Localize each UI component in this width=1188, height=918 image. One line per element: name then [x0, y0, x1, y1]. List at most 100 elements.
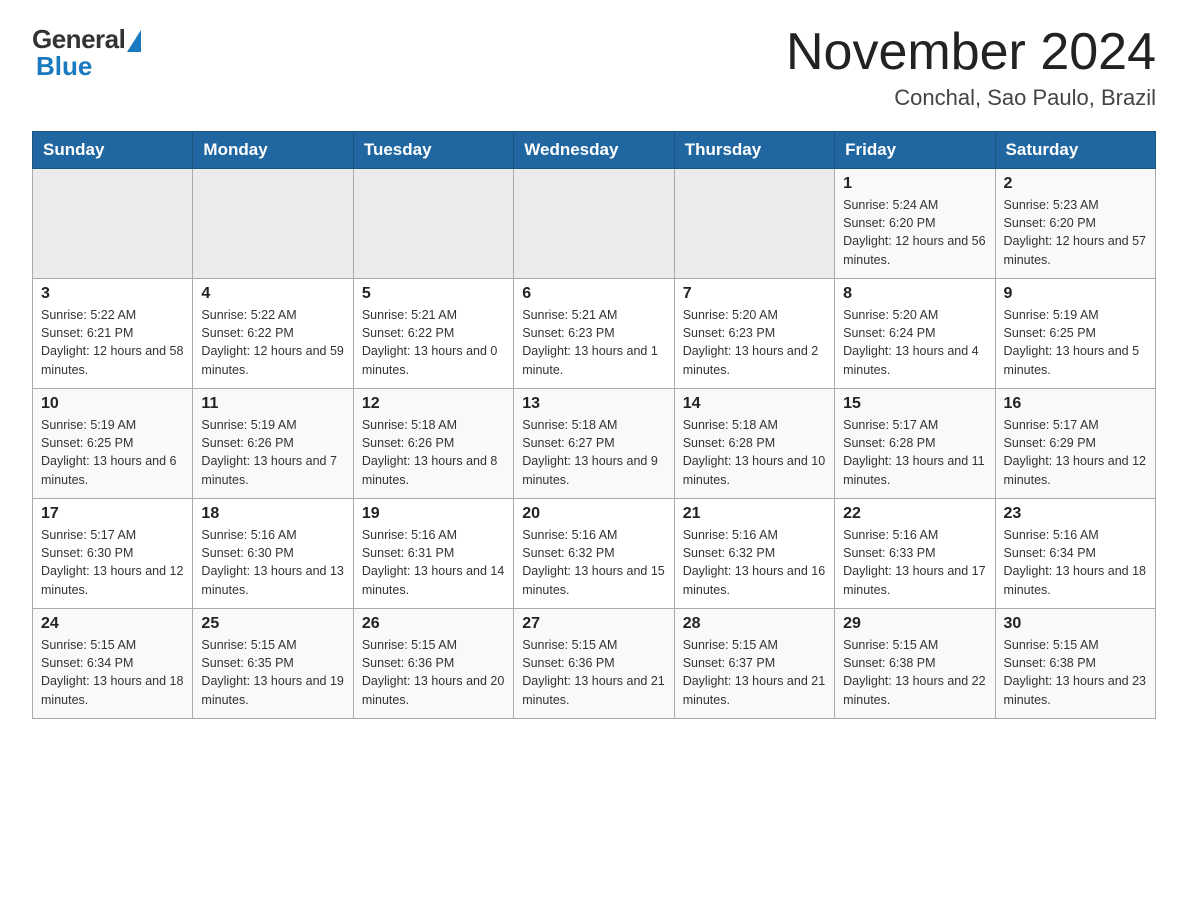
- location-text: Conchal, Sao Paulo, Brazil: [786, 85, 1156, 111]
- day-info: Sunrise: 5:16 AMSunset: 6:32 PMDaylight:…: [522, 526, 665, 599]
- day-number: 20: [522, 505, 665, 523]
- calendar-cell: 20 Sunrise: 5:16 AMSunset: 6:32 PMDayligh…: [514, 499, 674, 609]
- weekday-header-tuesday: Tuesday: [353, 132, 513, 169]
- weekday-header-friday: Friday: [835, 132, 995, 169]
- calendar-cell: 24 Sunrise: 5:15 AMSunset: 6:34 PMDayligh…: [33, 609, 193, 719]
- day-number: 2: [1004, 175, 1147, 193]
- day-info: Sunrise: 5:21 AMSunset: 6:23 PMDaylight:…: [522, 306, 665, 379]
- day-info: Sunrise: 5:24 AMSunset: 6:20 PMDaylight:…: [843, 196, 986, 269]
- day-number: 19: [362, 505, 505, 523]
- calendar-cell: 28 Sunrise: 5:15 AMSunset: 6:37 PMDayligh…: [674, 609, 834, 719]
- weekday-header-monday: Monday: [193, 132, 353, 169]
- day-info: Sunrise: 5:17 AMSunset: 6:30 PMDaylight:…: [41, 526, 184, 599]
- calendar-cell: 10 Sunrise: 5:19 AMSunset: 6:25 PMDayligh…: [33, 389, 193, 499]
- day-info: Sunrise: 5:18 AMSunset: 6:27 PMDaylight:…: [522, 416, 665, 489]
- calendar-cell: 13 Sunrise: 5:18 AMSunset: 6:27 PMDayligh…: [514, 389, 674, 499]
- day-info: Sunrise: 5:16 AMSunset: 6:30 PMDaylight:…: [201, 526, 344, 599]
- calendar-cell: 11 Sunrise: 5:19 AMSunset: 6:26 PMDayligh…: [193, 389, 353, 499]
- day-number: 7: [683, 285, 826, 303]
- day-info: Sunrise: 5:16 AMSunset: 6:34 PMDaylight:…: [1004, 526, 1147, 599]
- day-info: Sunrise: 5:15 AMSunset: 6:38 PMDaylight:…: [1004, 636, 1147, 709]
- calendar-cell: 17Sunrise: 5:17 AMSunset: 6:30 PMDayligh…: [33, 499, 193, 609]
- day-info: Sunrise: 5:18 AMSunset: 6:28 PMDaylight:…: [683, 416, 826, 489]
- calendar-cell: 30 Sunrise: 5:15 AMSunset: 6:38 PMDayligh…: [995, 609, 1155, 719]
- calendar-cell: 29 Sunrise: 5:15 AMSunset: 6:38 PMDayligh…: [835, 609, 995, 719]
- calendar-cell: 9 Sunrise: 5:19 AMSunset: 6:25 PMDaylight…: [995, 279, 1155, 389]
- day-info: Sunrise: 5:21 AMSunset: 6:22 PMDaylight:…: [362, 306, 505, 379]
- day-info: Sunrise: 5:19 AMSunset: 6:25 PMDaylight:…: [41, 416, 184, 489]
- day-number: 5: [362, 285, 505, 303]
- day-number: 8: [843, 285, 986, 303]
- day-number: 23: [1004, 505, 1147, 523]
- day-number: 21: [683, 505, 826, 523]
- day-info: Sunrise: 5:19 AMSunset: 6:26 PMDaylight:…: [201, 416, 344, 489]
- logo: General Blue: [32, 24, 141, 82]
- calendar-header: SundayMondayTuesdayWednesdayThursdayFrid…: [33, 132, 1156, 169]
- day-info: Sunrise: 5:18 AMSunset: 6:26 PMDaylight:…: [362, 416, 505, 489]
- calendar-week-row: 10 Sunrise: 5:19 AMSunset: 6:25 PMDayligh…: [33, 389, 1156, 499]
- calendar-cell: 4 Sunrise: 5:22 AMSunset: 6:22 PMDaylight…: [193, 279, 353, 389]
- calendar-cell: 3 Sunrise: 5:22 AMSunset: 6:21 PMDaylight…: [33, 279, 193, 389]
- calendar-cell: [193, 169, 353, 279]
- day-info: Sunrise: 5:16 AMSunset: 6:31 PMDaylight:…: [362, 526, 505, 599]
- day-number: 16: [1004, 395, 1147, 413]
- day-number: 6: [522, 285, 665, 303]
- calendar-cell: 6 Sunrise: 5:21 AMSunset: 6:23 PMDaylight…: [514, 279, 674, 389]
- weekday-header-sunday: Sunday: [33, 132, 193, 169]
- calendar-body: 1Sunrise: 5:24 AMSunset: 6:20 PMDaylight…: [33, 169, 1156, 719]
- logo-triangle-icon: [127, 30, 141, 52]
- day-info: Sunrise: 5:19 AMSunset: 6:25 PMDaylight:…: [1004, 306, 1147, 379]
- day-number: 10: [41, 395, 184, 413]
- day-info: Sunrise: 5:16 AMSunset: 6:33 PMDaylight:…: [843, 526, 986, 599]
- page-header: General Blue November 2024 Conchal, Sao …: [32, 24, 1156, 111]
- weekday-header-row: SundayMondayTuesdayWednesdayThursdayFrid…: [33, 132, 1156, 169]
- day-info: Sunrise: 5:20 AMSunset: 6:23 PMDaylight:…: [683, 306, 826, 379]
- day-number: 28: [683, 615, 826, 633]
- day-number: 29: [843, 615, 986, 633]
- day-number: 14: [683, 395, 826, 413]
- day-number: 15: [843, 395, 986, 413]
- calendar-cell: 15 Sunrise: 5:17 AMSunset: 6:28 PMDayligh…: [835, 389, 995, 499]
- day-number: 4: [201, 285, 344, 303]
- day-info: Sunrise: 5:22 AMSunset: 6:21 PMDaylight:…: [41, 306, 184, 379]
- day-info: Sunrise: 5:17 AMSunset: 6:28 PMDaylight:…: [843, 416, 986, 489]
- day-info: Sunrise: 5:15 AMSunset: 6:37 PMDaylight:…: [683, 636, 826, 709]
- calendar-cell: 8Sunrise: 5:20 AMSunset: 6:24 PMDaylight…: [835, 279, 995, 389]
- calendar-week-row: 24 Sunrise: 5:15 AMSunset: 6:34 PMDayligh…: [33, 609, 1156, 719]
- calendar-cell: 16 Sunrise: 5:17 AMSunset: 6:29 PMDayligh…: [995, 389, 1155, 499]
- day-number: 30: [1004, 615, 1147, 633]
- day-number: 24: [41, 615, 184, 633]
- calendar-cell: 18Sunrise: 5:16 AMSunset: 6:30 PMDayligh…: [193, 499, 353, 609]
- day-info: Sunrise: 5:15 AMSunset: 6:35 PMDaylight:…: [201, 636, 344, 709]
- day-info: Sunrise: 5:15 AMSunset: 6:36 PMDaylight:…: [522, 636, 665, 709]
- calendar-cell: 22 Sunrise: 5:16 AMSunset: 6:33 PMDayligh…: [835, 499, 995, 609]
- day-info: Sunrise: 5:22 AMSunset: 6:22 PMDaylight:…: [201, 306, 344, 379]
- day-info: Sunrise: 5:16 AMSunset: 6:32 PMDaylight:…: [683, 526, 826, 599]
- month-title: November 2024: [786, 24, 1156, 81]
- day-number: 12: [362, 395, 505, 413]
- calendar-cell: 5 Sunrise: 5:21 AMSunset: 6:22 PMDaylight…: [353, 279, 513, 389]
- day-info: Sunrise: 5:17 AMSunset: 6:29 PMDaylight:…: [1004, 416, 1147, 489]
- calendar-cell: 25 Sunrise: 5:15 AMSunset: 6:35 PMDayligh…: [193, 609, 353, 719]
- day-number: 9: [1004, 285, 1147, 303]
- weekday-header-saturday: Saturday: [995, 132, 1155, 169]
- day-info: Sunrise: 5:15 AMSunset: 6:38 PMDaylight:…: [843, 636, 986, 709]
- calendar-cell: 14 Sunrise: 5:18 AMSunset: 6:28 PMDayligh…: [674, 389, 834, 499]
- weekday-header-wednesday: Wednesday: [514, 132, 674, 169]
- day-info: Sunrise: 5:23 AMSunset: 6:20 PMDaylight:…: [1004, 196, 1147, 269]
- day-number: 11: [201, 395, 344, 413]
- day-number: 13: [522, 395, 665, 413]
- calendar-cell: 21 Sunrise: 5:16 AMSunset: 6:32 PMDayligh…: [674, 499, 834, 609]
- calendar-cell: 12 Sunrise: 5:18 AMSunset: 6:26 PMDayligh…: [353, 389, 513, 499]
- day-number: 25: [201, 615, 344, 633]
- day-info: Sunrise: 5:15 AMSunset: 6:36 PMDaylight:…: [362, 636, 505, 709]
- day-number: 27: [522, 615, 665, 633]
- calendar-cell: [514, 169, 674, 279]
- calendar-cell: 2 Sunrise: 5:23 AMSunset: 6:20 PMDaylight…: [995, 169, 1155, 279]
- day-number: 3: [41, 285, 184, 303]
- calendar-week-row: 17Sunrise: 5:17 AMSunset: 6:30 PMDayligh…: [33, 499, 1156, 609]
- calendar-week-row: 3 Sunrise: 5:22 AMSunset: 6:21 PMDaylight…: [33, 279, 1156, 389]
- calendar-cell: 19 Sunrise: 5:16 AMSunset: 6:31 PMDayligh…: [353, 499, 513, 609]
- day-number: 22: [843, 505, 986, 523]
- day-info: Sunrise: 5:15 AMSunset: 6:34 PMDaylight:…: [41, 636, 184, 709]
